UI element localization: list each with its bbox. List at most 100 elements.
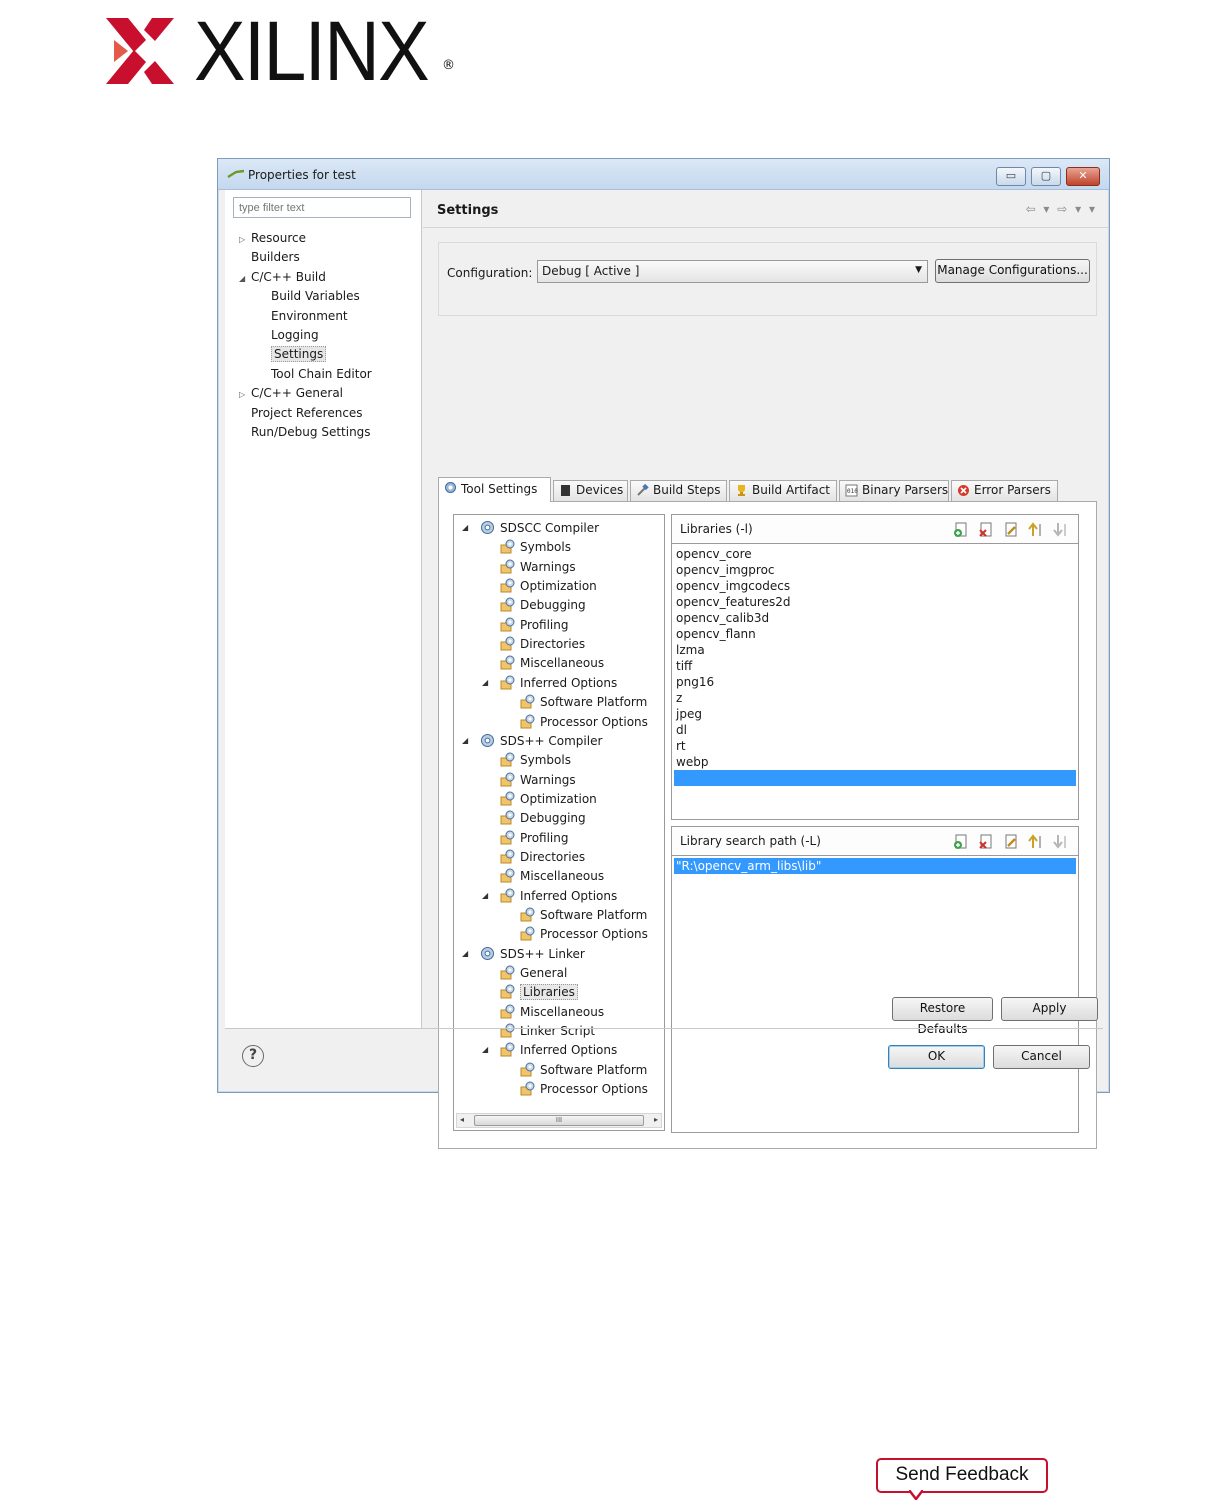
collapse-icon[interactable]: ◢ [482,1042,488,1058]
history-nav-arrows[interactable]: ⇦ ▾ ⇨ ▾ ▾ [1026,202,1097,216]
tree-node-option[interactable]: Symbols [500,752,571,768]
library-item[interactable]: opencv_features2d [674,594,1076,610]
close-button[interactable]: ✕ [1066,167,1100,186]
minimize-button[interactable]: ▭ [996,167,1026,186]
tree-node-option[interactable]: Profiling [500,617,569,633]
title-bar[interactable]: Properties for test ▭ ▢ ✕ [218,159,1109,190]
tree-node-tool[interactable]: ◢ SDS++ Compiler [462,733,602,749]
tree-node-option[interactable]: ◢ Inferred Options [482,675,617,691]
library-item[interactable]: lzma [674,642,1076,658]
tree-node-option[interactable]: ◢ Inferred Options [482,1042,617,1058]
tree-node-suboption[interactable]: Processor Options [520,714,648,730]
tree-node-suboption[interactable]: Processor Options [520,926,648,942]
nav-item[interactable]: ▷ Resource [239,230,306,248]
nav-item[interactable]: Project References [239,405,363,421]
help-icon[interactable]: ? [242,1045,264,1067]
library-item[interactable]: opencv_core [674,546,1076,562]
expand-icon[interactable]: ▷ [239,387,251,403]
library-item[interactable]: opencv_flann [674,626,1076,642]
library-item[interactable]: jpeg [674,706,1076,722]
library-item[interactable]: rt [674,738,1076,754]
tree-node-option[interactable]: Miscellaneous [500,1004,604,1020]
library-item[interactable]: z [674,690,1076,706]
edit-icon[interactable] [1003,521,1020,538]
tree-node-suboption[interactable]: Software Platform [520,1062,647,1078]
collapse-icon[interactable]: ◢ [462,946,468,962]
nav-item[interactable]: ◢ C/C++ Build [239,269,326,287]
scroll-thumb[interactable]: III [474,1115,644,1126]
restore-defaults-button[interactable]: Restore Defaults [892,997,993,1036]
tree-node-option[interactable]: Warnings [500,772,576,788]
configuration-select[interactable]: Debug [ Active ] ▼ [537,260,928,283]
move-up-icon[interactable] [1028,521,1045,538]
tree-node-option[interactable]: Libraries [500,984,578,1001]
move-down-icon[interactable] [1053,521,1070,538]
delete-icon[interactable] [978,521,995,538]
tree-node-option[interactable]: Miscellaneous [500,868,604,884]
nav-item[interactable]: ▷ C/C++ General [239,385,343,403]
tree-node-tool[interactable]: ◢ SDSCC Compiler [462,520,599,536]
edit-icon[interactable] [1003,833,1020,850]
tree-node-option[interactable]: Debugging [500,597,586,613]
library-item[interactable]: opencv_imgproc [674,562,1076,578]
tree-node-option[interactable]: Optimization [500,578,597,594]
tree-node-tool[interactable]: ◢ SDS++ Linker [462,946,585,962]
tool-tree[interactable]: ◢ SDSCC Compiler Symbols Warnings Optimizati… [453,514,665,1131]
scroll-left-arrow-icon[interactable]: ◂ [460,1115,464,1124]
nav-item[interactable]: Builders [239,249,300,265]
library-item[interactable]: webp [674,754,1076,770]
nav-item[interactable]: Run/Debug Settings [239,424,371,440]
tab-tool-settings[interactable]: Tool Settings [438,477,551,502]
tree-node-option[interactable]: Directories [500,636,585,652]
tree-node-suboption[interactable]: Software Platform [520,694,647,710]
tab-binary-parsers[interactable]: 010 Binary Parsers [839,480,949,501]
nav-item[interactable]: Settings [259,346,327,363]
filter-input[interactable] [233,197,411,218]
tree-node-option[interactable]: Debugging [500,810,586,826]
send-feedback-button[interactable]: Send Feedback [876,1458,1048,1493]
library-item[interactable]: opencv_calib3d [674,610,1076,626]
collapse-icon[interactable]: ◢ [462,520,468,536]
collapse-icon[interactable]: ◢ [482,888,488,904]
apply-button[interactable]: Apply [1001,997,1098,1021]
library-item[interactable]: tiff [674,658,1076,674]
tree-node-option[interactable]: Symbols [500,539,571,555]
expand-icon[interactable]: ▷ [239,232,251,248]
tab-build-artifact[interactable]: Build Artifact [729,480,837,501]
tree-horizontal-scrollbar[interactable]: ◂ III ▸ [456,1113,662,1128]
tab-error-parsers[interactable]: Error Parsers [951,480,1058,501]
tree-node-option[interactable]: ◢ Inferred Options [482,888,617,904]
add-icon[interactable] [953,521,970,538]
nav-item[interactable]: Environment [259,308,348,324]
nav-item[interactable]: Logging [259,327,319,343]
delete-icon[interactable] [978,833,995,850]
scroll-right-arrow-icon[interactable]: ▸ [654,1115,658,1124]
nav-item[interactable]: Build Variables [259,288,360,304]
tree-node-option[interactable]: General [500,965,567,981]
tree-node-option[interactable]: Linker Script [500,1023,595,1039]
tree-node-option[interactable]: Profiling [500,830,569,846]
tree-node-option[interactable]: Miscellaneous [500,655,604,671]
collapse-icon[interactable]: ◢ [482,675,488,691]
library-item[interactable]: dl [674,722,1076,738]
maximize-button[interactable]: ▢ [1031,167,1061,186]
tab-build-steps[interactable]: Build Steps [630,480,727,501]
tree-node-suboption[interactable]: Software Platform [520,907,647,923]
library-item[interactable]: png16 [674,674,1076,690]
collapse-icon[interactable]: ◢ [462,733,468,749]
library-item[interactable] [674,770,1076,786]
tree-node-option[interactable]: Warnings [500,559,576,575]
library-item[interactable]: opencv_imgcodecs [674,578,1076,594]
ok-button[interactable]: OK [888,1045,985,1069]
tree-node-option[interactable]: Directories [500,849,585,865]
tree-node-option[interactable]: Optimization [500,791,597,807]
library-path-item[interactable]: "R:\opencv_arm_libs\lib" [674,858,1076,874]
tree-node-suboption[interactable]: Processor Options [520,1081,648,1097]
cancel-button[interactable]: Cancel [993,1045,1090,1069]
collapse-icon[interactable]: ◢ [239,271,251,287]
tab-devices[interactable]: Devices [553,480,628,501]
library-paths-list[interactable]: "R:\opencv_arm_libs\lib" [674,858,1076,1130]
move-down-icon[interactable] [1053,833,1070,850]
libraries-list[interactable]: opencv_core opencv_imgproc opencv_imgcodec… [674,546,1076,817]
manage-configurations-button[interactable]: Manage Configurations... [935,259,1090,283]
